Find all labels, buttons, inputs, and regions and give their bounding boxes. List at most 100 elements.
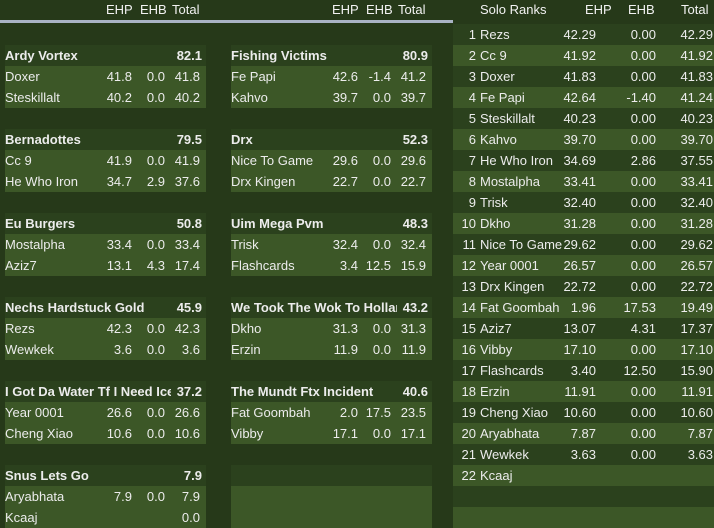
- member-total: 0.0: [181, 510, 200, 525]
- member-ehb: 0.0: [372, 321, 391, 336]
- member-total: 7.9: [181, 489, 200, 504]
- member-ehp: 41.8: [106, 69, 132, 84]
- solo-ehb: -1.40: [626, 90, 656, 105]
- team-member-row: Drx Kingen 22.7 0.0 22.7: [231, 171, 432, 192]
- member-name: Aryabhata: [5, 489, 65, 504]
- member-name: Vibby: [231, 426, 264, 441]
- solo-player-name: He Who Iron: [480, 153, 553, 168]
- member-total: 22.7: [400, 174, 426, 189]
- member-total: 41.8: [174, 69, 200, 84]
- solo-total: 19.49: [680, 300, 713, 315]
- team-total: 43.2: [402, 300, 428, 315]
- team-member-row: Wewkek 3.6 0.0 3.6: [5, 339, 206, 360]
- team-member-row: Mostalpha 33.4 0.0 33.4: [5, 234, 206, 255]
- member-ehp: 22.7: [332, 174, 358, 189]
- solo-rank-row: 19 Cheng Xiao 10.60 0.00 10.60: [453, 402, 714, 423]
- solo-ehp: 10.60: [563, 405, 596, 420]
- solo-player-name: Mostalpha: [480, 174, 540, 189]
- team-total: 48.3: [402, 216, 428, 231]
- team-panel: Snus Lets Go 7.9 Aryabhata 7.9 0.0 7.9 Kcaaj 0.…: [5, 465, 206, 528]
- member-ehp: 17.1: [332, 426, 358, 441]
- member-ehb: 0.0: [146, 69, 165, 84]
- solo-player-name: Flashcards: [480, 363, 544, 378]
- team-member-row: Steskillalt 40.2 0.0 40.2: [5, 87, 206, 108]
- solo-ehb: 0.00: [630, 69, 656, 84]
- team-panel: Uim Mega Pvm 48.3 Trisk 32.4 0.0 32.4 Flashcar…: [231, 213, 432, 276]
- team-panel: Bernadottes 79.5 Cc 9 41.9 0.0 41.9 He Who Iro…: [5, 129, 206, 192]
- team-header-row: The Mundt Ftx Incident 40.6: [231, 381, 432, 402]
- solo-ehb: 0.00: [630, 342, 656, 357]
- team-total: 79.5: [176, 132, 202, 147]
- solo-total: 41.92: [680, 48, 713, 63]
- solo-ehp: 17.10: [563, 342, 596, 357]
- solo-total: 22.72: [680, 279, 713, 294]
- member-ehb: -1.4: [368, 69, 391, 84]
- solo-total: 39.70: [680, 132, 713, 147]
- solo-rank-row: 22 Kcaaj: [453, 465, 714, 486]
- solo-rank-number: 21: [461, 447, 476, 462]
- solo-rank-row: 2 Cc 9 41.92 0.00 41.92: [453, 45, 714, 66]
- team-name: The Mundt Ftx Incident: [231, 384, 374, 399]
- solo-rank-number: 11: [462, 237, 477, 252]
- team-member-row: Fe Papi 42.6 -1.4 41.2: [231, 66, 432, 87]
- solo-player-name: Cheng Xiao: [480, 405, 548, 420]
- member-name: Wewkek: [5, 342, 54, 357]
- member-ehb: 0.0: [146, 153, 165, 168]
- solo-rank-row: 6 Kahvo 39.70 0.00 39.70: [453, 129, 714, 150]
- solo-ehp: 41.83: [563, 69, 596, 84]
- solo-rank-number: 13: [461, 279, 476, 294]
- solo-ehp: 33.41: [563, 174, 596, 189]
- member-ehp: 32.4: [332, 237, 358, 252]
- member-ehb: 12.5: [365, 258, 391, 273]
- team-member-row: Kahvo 39.7 0.0 39.7: [231, 87, 432, 108]
- member-name: Nice To Game: [231, 153, 314, 168]
- solo-player-name: Fe Papi: [480, 90, 525, 105]
- solo-rank-row: 9 Trisk 32.40 0.00 32.40: [453, 192, 714, 213]
- solo-ehb: 0.00: [630, 216, 656, 231]
- solo-rank-number: 22: [461, 468, 476, 483]
- member-ehp: 7.9: [113, 489, 132, 504]
- member-ehb: 17.5: [365, 405, 391, 420]
- team-member-row: Aziz7 13.1 4.3 17.4: [5, 255, 206, 276]
- col-header-ehb: EHB: [366, 2, 393, 17]
- team-name: Ardy Vortex: [5, 48, 78, 63]
- team-panel: Nechs Hardstuck Gold 45.9 Rezs 42.3 0.0 42.3 W…: [5, 297, 206, 360]
- member-ehp: 29.6: [332, 153, 358, 168]
- team-total: 45.9: [176, 300, 202, 315]
- solo-rank-number: 8: [468, 174, 476, 189]
- solo-ehp: 40.23: [563, 111, 596, 126]
- member-name: Trisk: [231, 237, 259, 252]
- team-name: Fishing Victims: [231, 48, 327, 63]
- solo-rank-row: 17 Flashcards 3.40 12.50 15.90: [453, 360, 714, 381]
- team-name: Snus Lets Go: [5, 468, 89, 483]
- solo-rank-row: 20 Aryabhata 7.87 0.00 7.87: [453, 423, 714, 444]
- member-name: Drx Kingen: [231, 174, 296, 189]
- solo-ehb: 0.00: [630, 237, 656, 252]
- team-member-row: Rezs 42.3 0.0 42.3: [5, 318, 206, 339]
- solo-ehb: 0.00: [630, 384, 656, 399]
- solo-rank-row: 10 Dkho 31.28 0.00 31.28: [453, 213, 714, 234]
- team-member-row: Flashcards 3.4 12.5 15.9: [231, 255, 432, 276]
- team-name: Uim Mega Pvm: [231, 216, 324, 231]
- solo-ehp: 22.72: [563, 279, 596, 294]
- member-name: Rezs: [5, 321, 35, 336]
- member-total: 17.1: [400, 426, 426, 441]
- solo-rank-number: 18: [461, 384, 476, 399]
- team-member-row: He Who Iron 34.7 2.9 37.6: [5, 171, 206, 192]
- team-total: 40.6: [402, 384, 428, 399]
- team-member-row: Doxer 41.8 0.0 41.8: [5, 66, 206, 87]
- solo-total: 7.87: [687, 426, 713, 441]
- solo-rank-row: 12 Year 0001 26.57 0.00 26.57: [453, 255, 714, 276]
- solo-total: 31.28: [680, 216, 713, 231]
- solo-empty-row: [453, 486, 714, 507]
- team-total: 50.8: [176, 216, 202, 231]
- member-name: Doxer: [5, 69, 40, 84]
- team-member-row: [231, 486, 432, 507]
- team-panel: We Took The Wok To Hollar 43.2 Dkho 31.3 0.0…: [231, 297, 432, 360]
- team-panel: Drx 52.3 Nice To Game 29.6 0.0 29.6 Drx Kingen…: [231, 129, 432, 192]
- member-total: 37.6: [174, 174, 200, 189]
- team-member-row: [231, 507, 432, 528]
- team-member-row: Dkho 31.3 0.0 31.3: [231, 318, 432, 339]
- solo-ehb: 0.00: [630, 111, 656, 126]
- solo-player-name: Kcaaj: [480, 468, 513, 483]
